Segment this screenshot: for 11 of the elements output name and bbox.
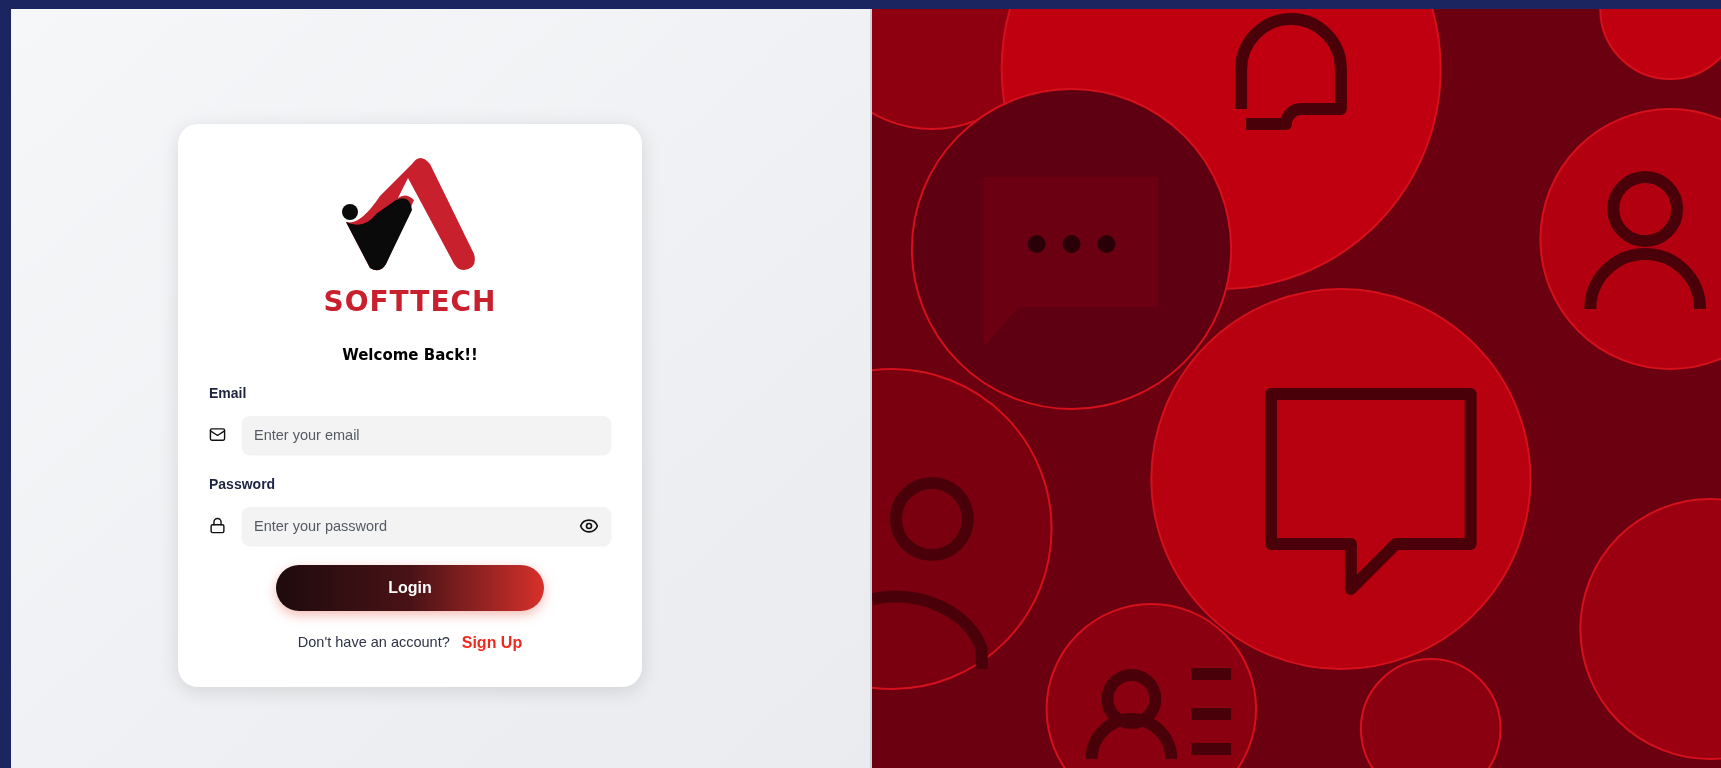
field-label: Password	[209, 474, 277, 494]
signup-link[interactable]: Sign Up	[461, 630, 523, 655]
field-label: Email	[209, 383, 248, 403]
welcome-heading: Welcome Back!!	[342, 345, 478, 366]
password-field[interactable]: Enter your password	[242, 506, 611, 545]
email-field[interactable]: Enter your email	[242, 415, 611, 454]
login-button[interactable]: Login	[276, 564, 544, 611]
brand-name: SOFTTECH	[323, 288, 497, 316]
lock-icon	[209, 517, 226, 534]
mail-icon	[209, 426, 226, 443]
signup-prompt: Don't have an account?	[297, 632, 450, 652]
